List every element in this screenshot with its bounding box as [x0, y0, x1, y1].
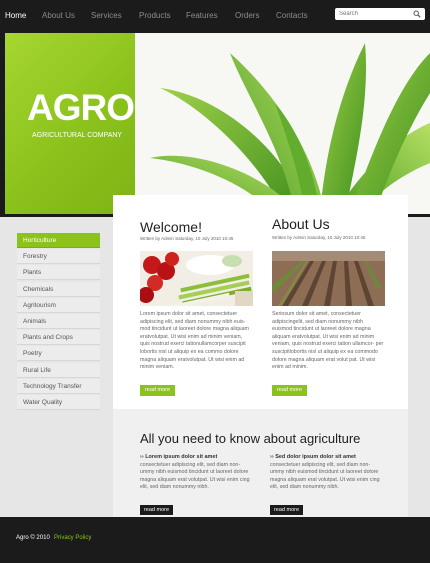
- sidebar-item-agritourism[interactable]: Agritourism: [17, 297, 100, 313]
- logo-panel: AGRO AGRICULTURAL COMPANY: [5, 33, 135, 214]
- hero-banner: AGRO AGRICULTURAL COMPANY: [0, 33, 430, 217]
- welcome-title: Welcome!: [140, 219, 202, 235]
- copyright-text: Agro © 2010: [16, 535, 50, 541]
- info-section-title: All you need to know about agriculture: [140, 431, 361, 446]
- sidebar-item-plants-and-crops[interactable]: Plants and Crops: [17, 330, 100, 346]
- welcome-read-more-button[interactable]: read more: [140, 385, 175, 396]
- site-logo[interactable]: AGRO: [27, 87, 135, 129]
- nav-services-link[interactable]: Services: [91, 11, 122, 20]
- sidebar-item-chemicals[interactable]: Chemicals: [17, 281, 100, 297]
- about-byline: Written by Admin Saturday, 10 July 2010 …: [272, 235, 366, 240]
- sidebar-item-water-quality[interactable]: Water Quality: [17, 394, 100, 410]
- site-tagline: AGRICULTURAL COMPANY: [32, 132, 123, 139]
- nav-about-us-link[interactable]: About Us: [42, 11, 75, 20]
- info-left-text: consectetuer adipiscing elit, sed diam n…: [140, 462, 250, 490]
- sidebar-item-forestry[interactable]: Forestry: [17, 249, 100, 265]
- crop-field-image: [272, 251, 385, 306]
- sidebar-item-rural-life[interactable]: Rural Life: [17, 362, 100, 378]
- welcome-byline: Written by Admin Saturday, 10 July 2010 …: [140, 236, 234, 241]
- top-navigation: Home About Us Services Products Features…: [0, 0, 430, 33]
- welcome-text: Lorem ipsum dolor sit amet, consectetuer…: [140, 311, 249, 371]
- about-title: About Us: [272, 216, 330, 232]
- about-text: Seriosum dolor sit amet, consectetuer ad…: [272, 311, 384, 371]
- search-box: [335, 8, 425, 20]
- sidebar-item-horticulture[interactable]: Horticulture: [17, 233, 100, 248]
- privacy-policy-link[interactable]: Privacy Policy: [54, 535, 91, 541]
- sidebar-item-animals[interactable]: Animals: [17, 313, 100, 329]
- main-content-card: Welcome! Written by Admin Saturday, 10 J…: [113, 195, 408, 541]
- about-read-more-button[interactable]: read more: [272, 385, 307, 396]
- info-left-read-more-button[interactable]: read more: [140, 505, 173, 515]
- nav-orders-link[interactable]: Orders: [235, 11, 259, 20]
- nav-features-link[interactable]: Features: [186, 11, 218, 20]
- category-sidebar: Horticulture Forestry Plants Chemicals A…: [17, 233, 100, 411]
- sidebar-item-poetry[interactable]: Poetry: [17, 346, 100, 362]
- plant-hero-image: [135, 33, 430, 214]
- sidebar-item-plants[interactable]: Plants: [17, 265, 100, 281]
- info-right-heading[interactable]: ›› Sed dolor ipsum dolor sit amet: [270, 454, 356, 460]
- nav-contacts-link[interactable]: Contacts: [276, 11, 308, 20]
- nav-products-link[interactable]: Products: [139, 11, 171, 20]
- info-left-heading[interactable]: ›› Lorem ipsum dolor sit amet: [140, 454, 217, 460]
- sidebar-item-technology-transfer[interactable]: Technology Transfer: [17, 378, 100, 394]
- site-footer: Agro © 2010 Privacy Policy: [0, 517, 430, 563]
- search-input[interactable]: [339, 9, 409, 19]
- search-icon[interactable]: [413, 10, 421, 18]
- nav-home-link[interactable]: Home: [5, 11, 26, 20]
- info-right-text: consectetuer adipiscing elit, sed diam n…: [270, 462, 380, 490]
- info-right-read-more-button[interactable]: read more: [270, 505, 303, 515]
- vegetables-image: [140, 251, 253, 306]
